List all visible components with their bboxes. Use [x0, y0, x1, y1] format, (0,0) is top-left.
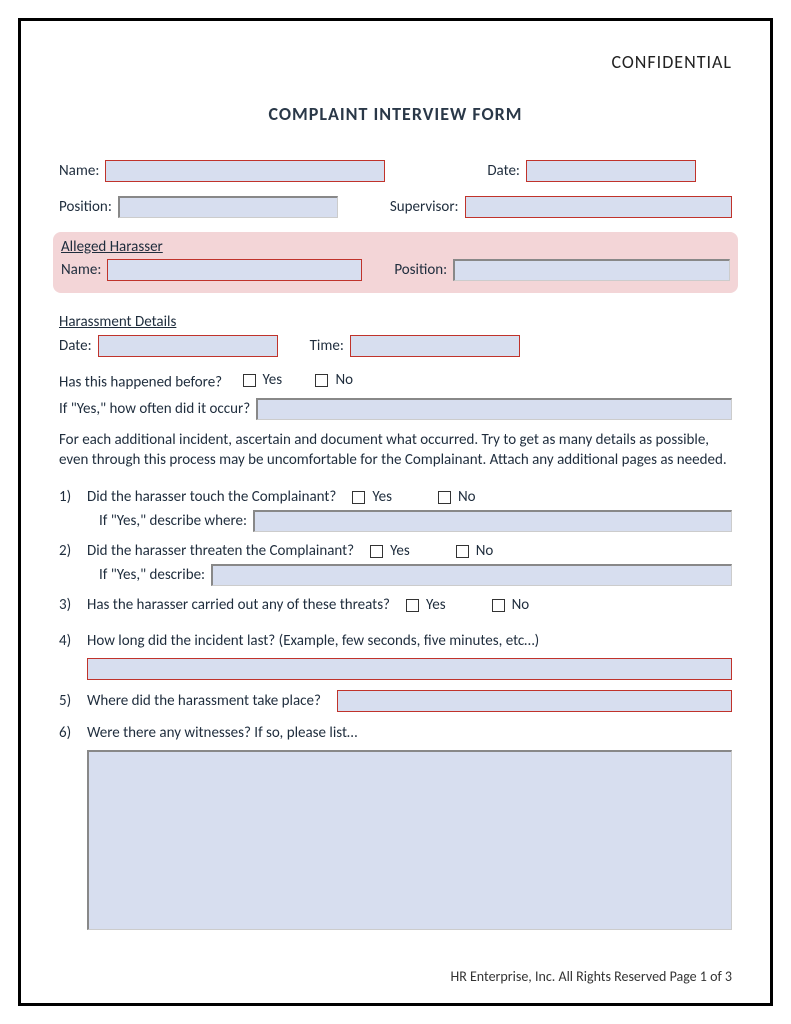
date-label: Date:	[487, 162, 520, 180]
form-page: CONFIDENTIAL COMPLAINT INTERVIEW FORM Na…	[18, 18, 773, 1006]
date-field[interactable]	[526, 160, 696, 182]
q6-text: Were there any witnesses? If so, please …	[87, 724, 357, 742]
q1-describe-field[interactable]	[253, 510, 732, 532]
how-often-label: If "Yes," how often did it occur?	[59, 400, 250, 418]
question-2: 2) Did the harasser threaten the Complai…	[59, 542, 732, 560]
details-time-field[interactable]	[350, 335, 520, 357]
q5-text: Where did the harassment take place?	[87, 692, 321, 710]
harasser-section-head: Alleged Harasser	[61, 238, 730, 256]
q3-no-label: No	[512, 596, 530, 614]
position-label: Position:	[59, 198, 112, 216]
alleged-harasser-section: Alleged Harasser Name: Position:	[53, 232, 738, 293]
q2-yes-label: Yes	[390, 542, 410, 560]
details-date-time-row: Date: Time:	[59, 335, 732, 357]
q2-no-checkbox[interactable]	[456, 545, 469, 558]
happened-no-checkbox[interactable]	[315, 374, 328, 387]
q1-sub-row: If "Yes," describe where:	[99, 510, 732, 532]
question-4: 4) How long did the incident last? (Exam…	[59, 632, 732, 650]
details-date-field[interactable]	[98, 335, 278, 357]
q1-no-label: No	[458, 488, 476, 506]
q2-sub-label: If "Yes," describe:	[99, 566, 205, 584]
complainant-row-1: Name: Date:	[59, 160, 732, 182]
page-title: COMPLAINT INTERVIEW FORM	[59, 103, 732, 125]
q1-no-checkbox[interactable]	[438, 491, 451, 504]
no-label: No	[335, 371, 353, 389]
happened-before-label: Has this happened before?	[59, 374, 222, 392]
details-date-label: Date:	[59, 337, 92, 355]
supervisor-label: Supervisor:	[390, 198, 459, 216]
q2-sub-row: If "Yes," describe:	[99, 564, 732, 586]
question-1: 1) Did the harasser touch the Complainan…	[59, 488, 732, 506]
confidential-label: CONFIDENTIAL	[59, 51, 732, 73]
q3-yes-label: Yes	[426, 596, 446, 614]
q1-yes-checkbox[interactable]	[352, 491, 365, 504]
q5-num: 5)	[59, 692, 77, 710]
harasser-name-field[interactable]	[107, 259, 362, 281]
details-section-head: Harassment Details	[59, 313, 732, 331]
happened-before-row: Has this happened before? Yes No	[59, 371, 732, 392]
name-field[interactable]	[105, 160, 385, 182]
question-6: 6) Were there any witnesses? If so, plea…	[59, 724, 732, 742]
q1-yes-label: Yes	[372, 488, 392, 506]
how-often-row: If "Yes," how often did it occur?	[59, 398, 732, 420]
instruction-text: For each additional incident, ascertain …	[59, 430, 732, 471]
complainant-row-2: Position: Supervisor:	[59, 196, 732, 218]
q2-num: 2)	[59, 542, 77, 560]
q6-num: 6)	[59, 724, 77, 742]
q2-text: Did the harasser threaten the Complainan…	[87, 542, 354, 560]
how-often-field[interactable]	[256, 398, 732, 420]
question-3: 3) Has the harasser carried out any of t…	[59, 596, 732, 614]
q4-num: 4)	[59, 632, 77, 650]
q3-num: 3)	[59, 596, 77, 614]
q2-yes-checkbox[interactable]	[370, 545, 383, 558]
q2-no-label: No	[476, 542, 494, 560]
question-5: 5) Where did the harassment take place?	[59, 690, 732, 712]
supervisor-field[interactable]	[465, 196, 732, 218]
q1-text: Did the harasser touch the Complainant?	[87, 488, 336, 506]
yes-label: Yes	[263, 371, 283, 389]
q3-yes-checkbox[interactable]	[406, 599, 419, 612]
name-label: Name:	[59, 162, 99, 180]
q3-text: Has the harasser carried out any of thes…	[87, 596, 390, 614]
harasser-name-label: Name:	[61, 261, 101, 279]
q4-text: How long did the incident last? (Example…	[87, 632, 539, 650]
q1-num: 1)	[59, 488, 77, 506]
happened-yes-checkbox[interactable]	[243, 374, 256, 387]
q2-describe-field[interactable]	[211, 564, 732, 586]
harasser-position-label: Position:	[394, 261, 447, 279]
footer-text: HR Enterprise, Inc. All Rights Reserved …	[450, 968, 732, 985]
details-time-label: Time:	[310, 337, 344, 355]
q1-sub-label: If "Yes," describe where:	[99, 512, 247, 530]
q4-duration-field[interactable]	[87, 658, 732, 680]
q5-location-field[interactable]	[337, 690, 732, 712]
q3-no-checkbox[interactable]	[492, 599, 505, 612]
position-field[interactable]	[118, 196, 338, 218]
harasser-position-field[interactable]	[453, 259, 730, 281]
q6-witnesses-textarea[interactable]	[87, 750, 732, 930]
